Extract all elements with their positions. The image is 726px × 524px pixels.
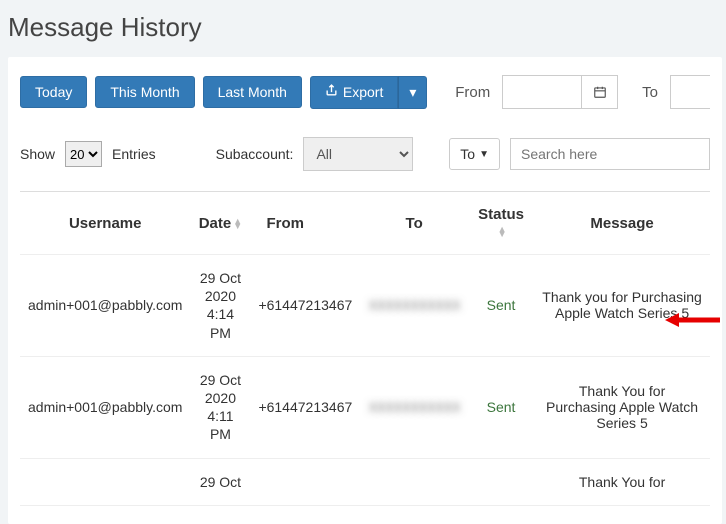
share-icon: [325, 84, 338, 100]
export-caret-button[interactable]: ▾: [398, 76, 427, 109]
caret-down-icon: ▼: [479, 149, 489, 160]
cell-status: Sent: [468, 255, 534, 357]
cell-message: Thank you for Purchasing Apple Watch Ser…: [534, 255, 710, 357]
from-date-input[interactable]: [502, 75, 582, 109]
show-label: Show: [20, 146, 55, 162]
page-size-select[interactable]: 20: [65, 141, 102, 167]
cell-username: admin+001@pabbly.com: [20, 356, 190, 458]
col-to[interactable]: To: [360, 192, 468, 255]
calendar-icon: [593, 85, 607, 99]
col-from[interactable]: From: [250, 192, 360, 255]
table-row: admin+001@pabbly.com 29 Oct 2020 4:14 PM…: [20, 255, 710, 357]
cell-username: [20, 458, 190, 505]
from-calendar-button[interactable]: [582, 75, 618, 109]
direction-dropdown[interactable]: To ▼: [449, 138, 500, 170]
this-month-button[interactable]: This Month: [95, 76, 194, 108]
cell-username: admin+001@pabbly.com: [20, 255, 190, 357]
col-status[interactable]: Status▲▼: [468, 192, 534, 255]
col-date[interactable]: Date▲▼: [190, 192, 250, 255]
cell-to: XXXXXXXXXXX: [360, 356, 468, 458]
cell-from: +61447213467: [250, 356, 360, 458]
cell-status: [468, 458, 534, 505]
direction-label: To: [460, 146, 475, 162]
search-input[interactable]: [510, 138, 710, 170]
sort-icon: ▲▼: [498, 227, 507, 237]
cell-from: [250, 458, 360, 505]
cell-message: Thank You for: [534, 458, 710, 505]
caret-down-icon: ▾: [409, 84, 416, 101]
page-title: Message History: [8, 12, 722, 43]
cell-to: XXXXXXXXXXX: [360, 255, 468, 357]
sort-icon: ▲▼: [233, 219, 242, 229]
col-username[interactable]: Username: [20, 192, 190, 255]
from-label: From: [451, 84, 494, 101]
table-row: admin+001@pabbly.com 29 Oct 2020 4:11 PM…: [20, 356, 710, 458]
subaccount-select[interactable]: All: [303, 137, 413, 171]
cell-from: +61447213467: [250, 255, 360, 357]
to-label: To: [638, 84, 662, 101]
table-row: 29 Oct Thank You for: [20, 458, 710, 505]
col-message[interactable]: Message: [534, 192, 710, 255]
today-button[interactable]: Today: [20, 76, 87, 108]
message-table: Username Date▲▼ From To Status▲▼ Message…: [20, 191, 710, 506]
cell-date: 29 Oct 2020 4:11 PM: [190, 356, 250, 458]
export-label: Export: [343, 84, 383, 100]
last-month-button[interactable]: Last Month: [203, 76, 302, 108]
export-button-group[interactable]: Export ▾: [310, 76, 428, 109]
subaccount-label: Subaccount:: [216, 146, 294, 162]
cell-date: 29 Oct: [190, 458, 250, 505]
entries-label: Entries: [112, 146, 156, 162]
cell-message: Thank You for Purchasing Apple Watch Ser…: [534, 356, 710, 458]
export-button[interactable]: Export: [310, 76, 398, 109]
cell-status: Sent: [468, 356, 534, 458]
to-date-input[interactable]: [670, 75, 710, 109]
cell-date: 29 Oct 2020 4:14 PM: [190, 255, 250, 357]
cell-to: [360, 458, 468, 505]
